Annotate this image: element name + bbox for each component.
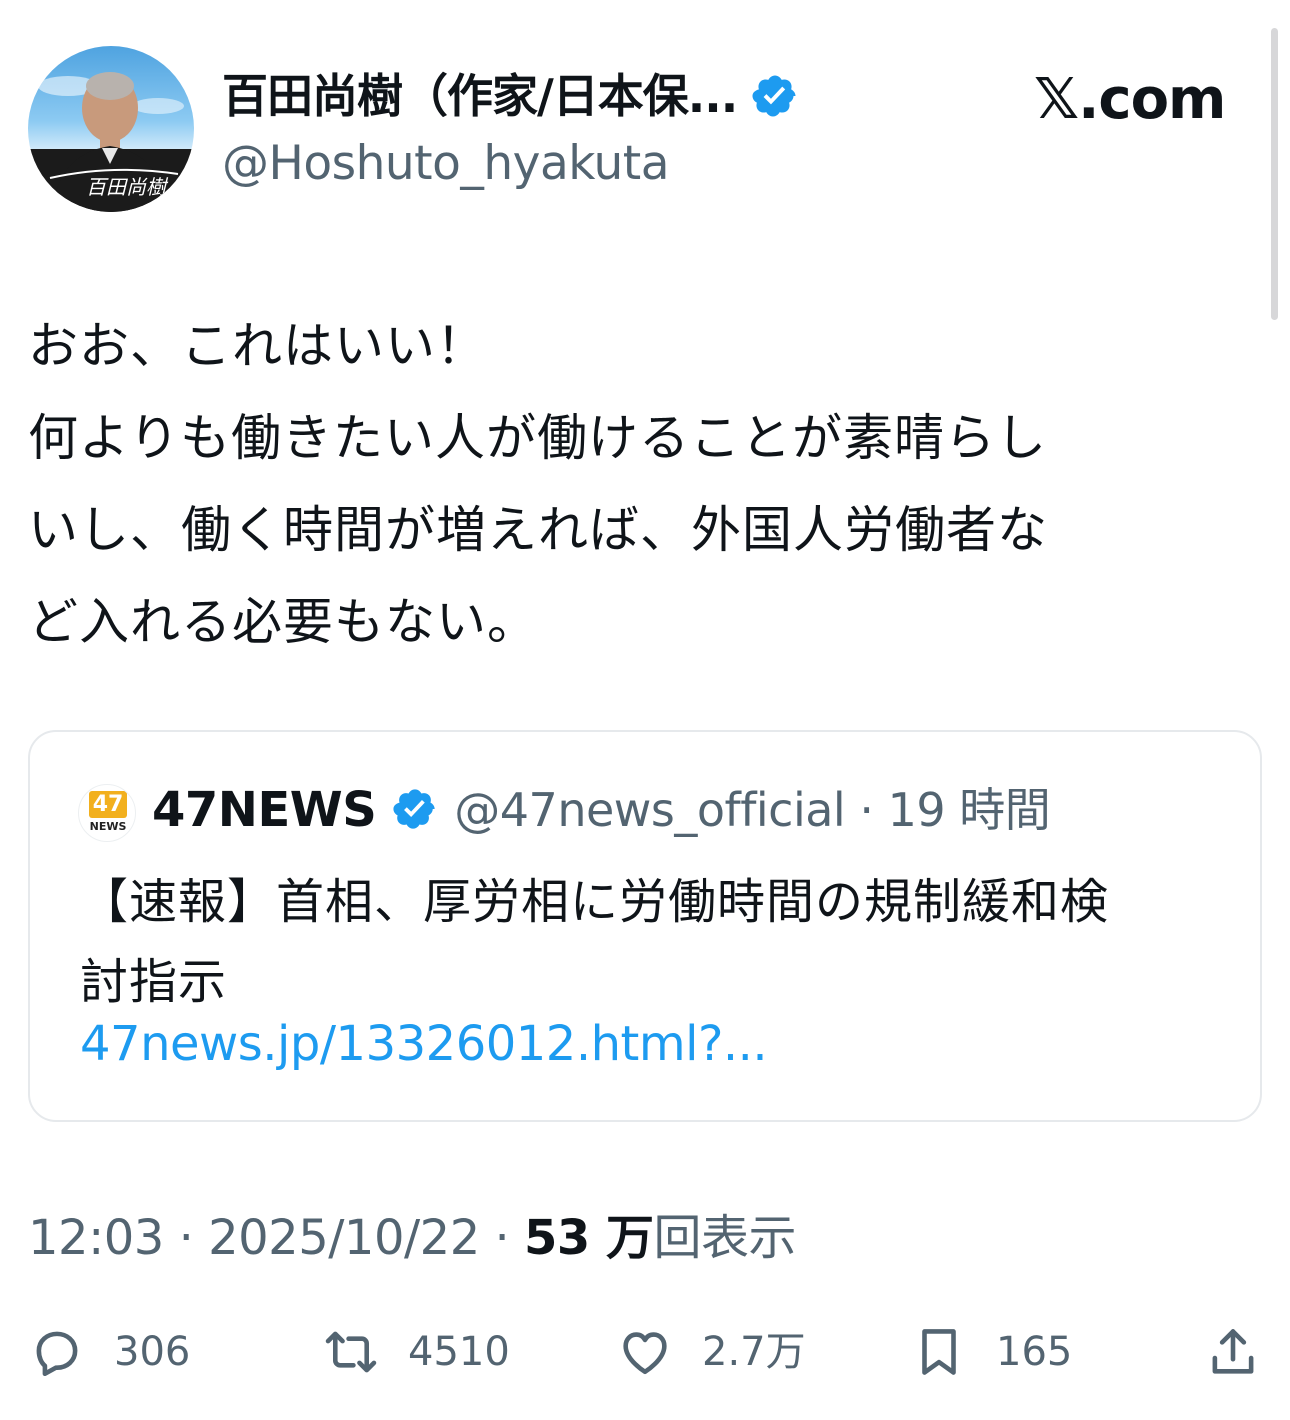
verified-badge-icon [392,786,438,832]
quoted-tweet-card[interactable]: 47 NEWS 47NEWS @47news_official · 19 時間 … [28,730,1262,1122]
quoted-text: 【速報】首相、厚労相に労働時間の規制緩和検 討指示 [80,862,1240,1022]
tweet-line: おお、これはいい！ [28,317,487,375]
quoted-line: 【速報】首相、厚労相に労働時間の規制緩和検 [80,874,1110,930]
quoted-line: 討指示 [80,954,228,1010]
scrollbar[interactable] [1271,28,1278,320]
tweet-meta: 12:03 · 2025/10/22 · 53 万回表示 [28,1206,797,1270]
views-label: 回表示 [653,1210,797,1266]
tweet-line: ど入れる必要もない。 [28,593,538,651]
repost-count: 4510 [408,1329,510,1375]
reply-button[interactable]: 306 [28,1320,190,1384]
share-upload-icon [1212,1329,1254,1374]
heart-icon [623,1332,667,1375]
reply-bubble-icon [36,1331,78,1377]
bookmark-icon [922,1329,956,1375]
bookmark-button[interactable]: 165 [910,1320,1072,1384]
bookmark-count: 165 [996,1329,1073,1375]
logo-number: 47 [89,791,127,818]
quoted-link[interactable]: 47news.jp/13326012.html?... [80,1012,768,1076]
display-name[interactable]: 百田尚樹（作家/日本保... [222,66,738,126]
repost-button[interactable]: 4510 [322,1320,510,1384]
tweet-line: いし、働く時間が増えれば、外国人労働者な [28,501,1048,559]
tweet-text: おお、これはいい！ 何よりも働きたい人が働けることが素晴らし いし、働く時間が増… [28,300,1268,668]
verified-badge-icon [751,72,799,120]
timestamp[interactable]: 12:03 · 2025/10/22 · [28,1210,524,1266]
reply-count: 306 [114,1329,191,1375]
share-button[interactable] [1204,1320,1262,1384]
logo-text: NEWS [89,820,127,833]
repost-arrows-icon [325,1331,377,1373]
like-count: 2.7万 [702,1329,806,1375]
quoted-handle-time[interactable]: @47news_official · 19 時間 [454,780,1050,840]
views-count: 53 万 [524,1210,654,1266]
quoted-display-name[interactable]: 47NEWS [152,780,377,840]
avatar-image: 百田尚樹 [38,72,184,212]
47news-logo: 47 NEWS [78,784,136,842]
user-handle[interactable]: @Hoshuto_hyakuta [222,134,670,194]
like-button[interactable]: 2.7万 [616,1320,806,1384]
tweet-line: 何よりも働きたい人が働けることが素晴らし [28,409,1047,467]
avatar[interactable]: 百田尚樹 [28,46,194,212]
avatar-caption: 百田尚樹 [86,175,169,199]
x-com-logo: 𝕏.com [1034,67,1226,132]
